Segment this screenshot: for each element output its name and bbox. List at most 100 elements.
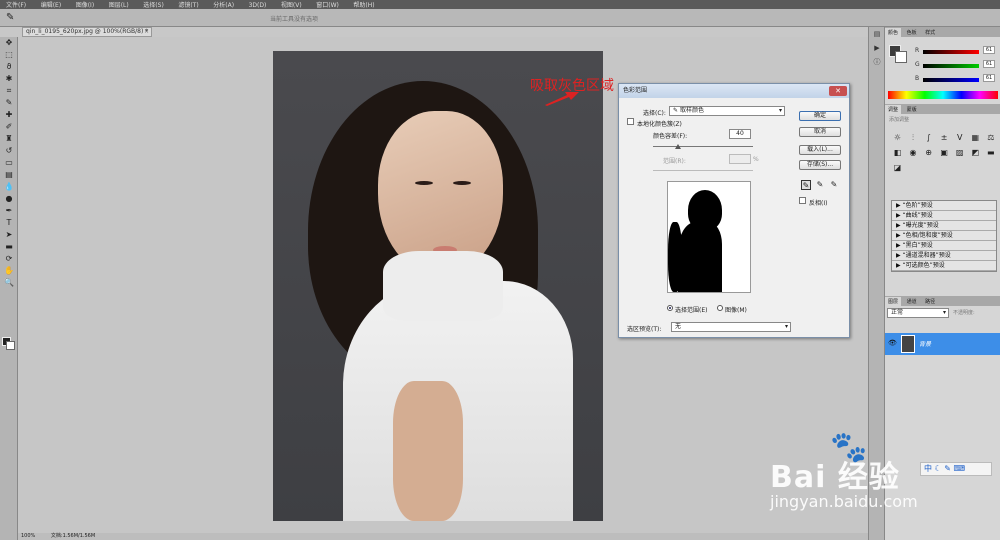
preset-curves[interactable]: ▶ “曲线”预设: [892, 211, 996, 221]
dialog-titlebar[interactable]: 色彩范围 ✕: [619, 84, 849, 98]
color-row-b: B 61: [915, 74, 995, 85]
tab-styles[interactable]: 样式: [922, 28, 938, 38]
posterize-icon[interactable]: ▨: [954, 147, 965, 158]
channel-mixer-icon[interactable]: ⊕: [923, 147, 934, 158]
3d-rotate-icon[interactable]: ⟳: [0, 253, 18, 265]
preset-selective-color[interactable]: ▶ “可选颜色”预设: [892, 261, 996, 271]
eyedropper-icon[interactable]: ✎: [0, 97, 18, 109]
eyedropper-plus-icon[interactable]: ✎: [815, 180, 825, 190]
ok-button[interactable]: 确定: [799, 111, 841, 121]
fuzziness-input[interactable]: 40: [729, 129, 751, 139]
select-dropdown[interactable]: ✎ 取样颜色 ▾: [669, 106, 785, 116]
chevron-down-icon: ▾: [784, 323, 788, 330]
preset-channel-mixer[interactable]: ▶ “通道混和器”预设: [892, 251, 996, 261]
gradient-tool-icon[interactable]: ▤: [0, 169, 18, 181]
localized-checkbox[interactable]: [627, 118, 634, 125]
channel-b-slider[interactable]: [923, 78, 979, 82]
eraser-tool-icon[interactable]: ▭: [0, 157, 18, 169]
lasso-tool-icon[interactable]: ϑ: [0, 61, 18, 73]
brush-tool-icon[interactable]: ✐: [0, 121, 18, 133]
preset-levels[interactable]: ▶ “色阶”预设: [892, 201, 996, 211]
channel-g-slider[interactable]: [923, 64, 979, 68]
channel-b-value[interactable]: 61: [983, 74, 995, 82]
tab-channels[interactable]: 通道: [904, 297, 920, 307]
preview-dropdown[interactable]: 无 ▾: [671, 322, 791, 332]
tab-paths[interactable]: 路径: [922, 297, 938, 307]
hand-tool-icon[interactable]: ✋: [0, 265, 18, 277]
blur-tool-icon[interactable]: 💧: [0, 181, 18, 193]
color-spectrum[interactable]: [888, 91, 998, 99]
dock-history-icon[interactable]: ▤: [869, 27, 885, 41]
invert-checkbox[interactable]: [799, 197, 806, 204]
tab-masks[interactable]: 蒙版: [904, 105, 920, 115]
quick-select-tool-icon[interactable]: ✱: [0, 73, 18, 85]
zoom-tool-icon[interactable]: 🔍: [0, 277, 18, 289]
preview-silhouette-hair: [668, 222, 682, 292]
photo-filter-icon[interactable]: ◉: [908, 147, 919, 158]
preset-list: ▶ “色阶”预设 ▶ “曲线”预设 ▶ “曝光度”预设 ▶ “色相/饱和度”预设…: [891, 200, 997, 272]
preset-selective-color-label: “可选颜色”预设: [902, 262, 945, 269]
color-balance-icon[interactable]: ⚖: [985, 132, 996, 143]
ime-toolbar[interactable]: 中 ☾ ✎ ⌨: [920, 462, 992, 476]
history-brush-icon[interactable]: ↺: [0, 145, 18, 157]
move-tool-icon[interactable]: ✥: [0, 37, 18, 49]
ime-mode: 中: [924, 464, 932, 473]
stamp-tool-icon[interactable]: ♜: [0, 133, 18, 145]
hue-sat-icon[interactable]: ▦: [970, 132, 981, 143]
channel-r-value[interactable]: 61: [983, 46, 995, 54]
selective-color-icon[interactable]: ◪: [892, 162, 903, 173]
blend-mode-dropdown[interactable]: 正常 ▾: [887, 308, 949, 318]
type-tool-icon[interactable]: T: [0, 217, 18, 229]
channel-r-slider[interactable]: [923, 50, 979, 54]
path-select-icon[interactable]: ➤: [0, 229, 18, 241]
threshold-icon[interactable]: ◩: [970, 147, 981, 158]
watermark-url: jingyan.baidu.com: [770, 492, 918, 511]
preset-hue-sat[interactable]: ▶ “色相/饱和度”预设: [892, 231, 996, 241]
curves-icon[interactable]: ∫: [923, 132, 934, 143]
color-row-g: G 61: [915, 60, 995, 71]
shape-tool-icon[interactable]: ▬: [0, 241, 18, 253]
invert-icon[interactable]: ▣: [939, 147, 950, 158]
tab-swatches[interactable]: 色板: [904, 28, 920, 38]
exposure-icon[interactable]: ±: [939, 132, 950, 143]
eyedropper-minus-icon[interactable]: ✎: [829, 180, 839, 190]
gradient-map-icon[interactable]: ▬: [985, 147, 996, 158]
zoom-level[interactable]: 100%: [21, 533, 35, 539]
close-icon[interactable]: ✕: [829, 86, 847, 96]
panel-background-swatch[interactable]: [895, 51, 907, 63]
dock-actions-icon[interactable]: ▶: [869, 41, 885, 55]
tab-color[interactable]: 颜色: [885, 28, 902, 38]
marquee-tool-icon[interactable]: ⬚: [0, 49, 18, 61]
eyedropper-icon[interactable]: ✎: [801, 180, 811, 190]
fuzziness-slider-knob[interactable]: [675, 144, 681, 149]
tab-layers[interactable]: 图层: [885, 297, 902, 307]
preset-exposure[interactable]: ▶ “曝光度”预设: [892, 221, 996, 231]
cancel-button[interactable]: 取消: [799, 127, 841, 137]
crop-tool-icon[interactable]: ⌗: [0, 85, 18, 97]
close-document-icon[interactable]: ×: [144, 28, 149, 36]
black-white-icon[interactable]: ◧: [892, 147, 903, 158]
levels-icon[interactable]: ⫶: [908, 132, 919, 143]
fuzziness-slider[interactable]: [653, 146, 753, 147]
select-value: 取样颜色: [679, 107, 704, 114]
document-tab[interactable]: qin_li_0195_620px.jpg @ 100%(RGB/8) * ×: [22, 27, 152, 37]
image-radio[interactable]: [717, 305, 723, 311]
visibility-eye-icon[interactable]: 👁: [888, 339, 897, 347]
dodge-tool-icon[interactable]: ●: [0, 193, 18, 205]
layer-row-background[interactable]: 👁 背景: [885, 333, 1000, 355]
tab-adjustments[interactable]: 调整: [885, 105, 902, 115]
background-color-swatch[interactable]: [6, 341, 15, 350]
dock-info-icon[interactable]: ⓘ: [869, 55, 885, 69]
selection-radio[interactable]: [667, 305, 673, 311]
brightness-icon[interactable]: ☼: [892, 132, 903, 143]
channel-g-value[interactable]: 61: [983, 60, 995, 68]
eyedropper-tool-icon[interactable]: ✎: [6, 12, 20, 24]
preset-black-white[interactable]: ▶ “黑白”预设: [892, 241, 996, 251]
portrait-photo[interactable]: [273, 51, 603, 521]
vibrance-icon[interactable]: V: [954, 132, 965, 143]
load-button[interactable]: 载入(L)...: [799, 145, 841, 155]
pen-tool-icon[interactable]: ✒: [0, 205, 18, 217]
preset-hue-sat-label: “色相/饱和度”预设: [902, 232, 953, 239]
healing-brush-icon[interactable]: ✚: [0, 109, 18, 121]
save-button[interactable]: 存储(S)...: [799, 160, 841, 170]
